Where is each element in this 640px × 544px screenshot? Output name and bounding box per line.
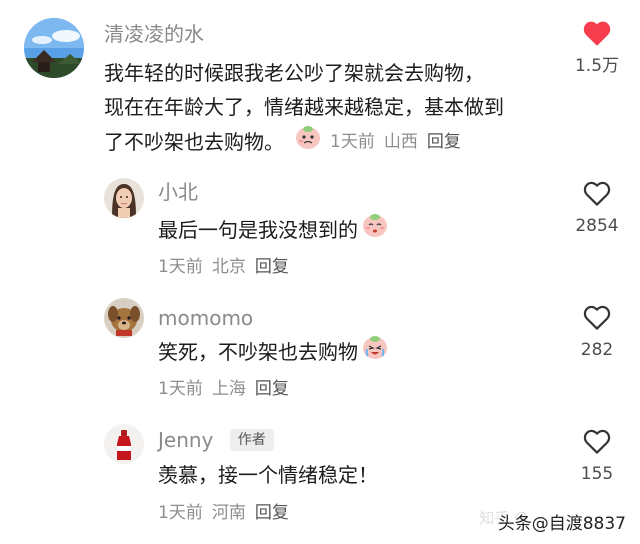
comment-text-body: 笑死，不吵架也去购物 (158, 340, 358, 364)
comment-time: 1天前 (330, 132, 375, 152)
comment-text: 笑死，不吵架也去购物 (158, 334, 389, 370)
comment-time: 1天前 (158, 379, 203, 399)
reply-button[interactable]: 回复 (255, 502, 289, 524)
comment-time: 1天前 (158, 503, 203, 523)
username[interactable]: Jenny (158, 428, 213, 452)
like-count: 282 (580, 340, 614, 360)
heart-outline-icon (583, 181, 611, 206)
landscape-avatar-image (24, 18, 84, 78)
comment-location: 河南 (211, 503, 246, 523)
like-button[interactable]: 282 (562, 304, 632, 361)
sad-peach-emoji-icon (294, 124, 322, 160)
username-row: Jenny 作者 (158, 428, 274, 452)
reply-button[interactable]: 回复 (255, 256, 289, 278)
reply-button[interactable]: 回复 (255, 378, 289, 400)
like-count: 155 (580, 464, 614, 484)
author-badge: 作者 (229, 429, 274, 451)
shy-peach-emoji-icon (361, 212, 389, 248)
username[interactable]: momomo (158, 306, 253, 330)
comment-location: 北京 (211, 257, 246, 277)
like-button[interactable]: 1.5万 (562, 20, 632, 77)
avatar-woman[interactable] (104, 178, 144, 218)
like-count: 1.5万 (574, 56, 620, 76)
like-button[interactable]: 155 (562, 428, 632, 485)
comment-text: 最后一句是我没想到的 (158, 212, 389, 248)
comment-text-line: 现在在年龄大了，情绪越来越稳定，基本做到 (104, 95, 504, 119)
comment-meta: 1天前 北京 回复 (158, 256, 289, 278)
heart-filled-icon (583, 21, 611, 46)
comment-meta: 1天前 上海 回复 (158, 378, 289, 400)
avatar-cola[interactable] (104, 424, 144, 464)
comment-meta: 1天前 山西 回复 (330, 131, 461, 153)
crying-laugh-peach-emoji-icon (361, 334, 389, 370)
comment-text: 羡慕，接一个情绪稳定！ (158, 463, 378, 487)
source-watermark: 头条@自渡8837 (497, 514, 626, 534)
comment-location: 上海 (211, 379, 246, 399)
comment-text-line: 我年轻的时候跟我老公吵了架就会去购物， (104, 61, 484, 85)
heart-outline-icon (583, 429, 611, 454)
comment-location: 山西 (383, 132, 418, 152)
dog-avatar-image (104, 298, 144, 338)
username[interactable]: 小北 (158, 180, 198, 204)
like-count: 2854 (575, 216, 619, 236)
cola-bottle-avatar-image (104, 424, 144, 464)
reply-button[interactable]: 回复 (427, 131, 461, 153)
comment-text-line: 了不吵架也去购物。 (104, 130, 284, 154)
username[interactable]: 清凌凌的水 (104, 22, 204, 46)
comment-text-line-last: 了不吵架也去购物。 1天前 山西 回复 (104, 124, 574, 160)
comment-time: 1天前 (158, 257, 203, 277)
avatar-dog[interactable] (104, 298, 144, 338)
heart-outline-icon (583, 305, 611, 330)
comment-text-body: 最后一句是我没想到的 (158, 218, 358, 242)
avatar-landscape[interactable] (24, 18, 84, 78)
like-button[interactable]: 2854 (562, 180, 632, 237)
comment-text: 我年轻的时候跟我老公吵了架就会去购物， 现在在年龄大了，情绪越来越稳定，基本做到… (104, 56, 574, 160)
woman-portrait-avatar-image (104, 178, 144, 218)
comment-meta: 1天前 河南 回复 (158, 502, 289, 524)
